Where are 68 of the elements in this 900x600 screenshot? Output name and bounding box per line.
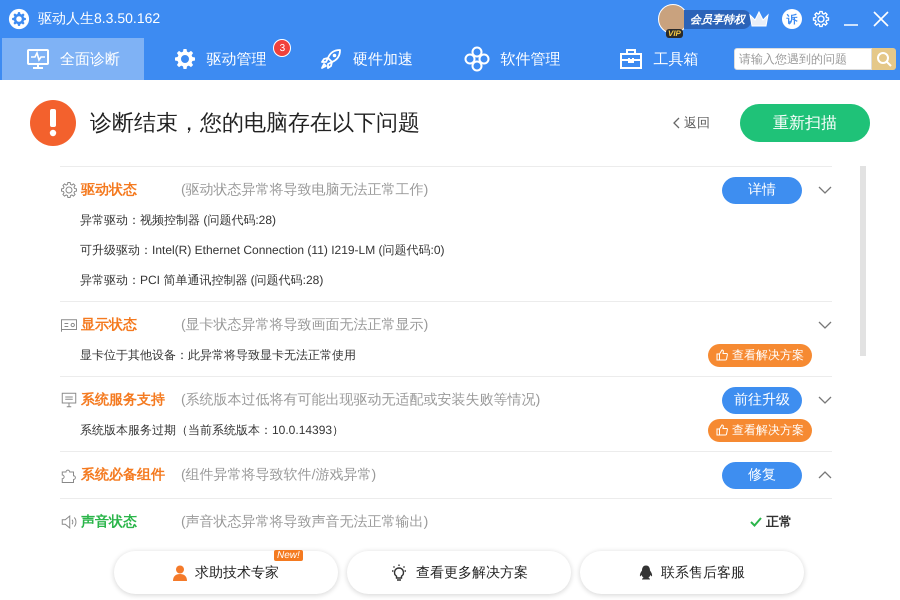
minimize-icon <box>844 24 858 26</box>
chevron-left-icon <box>672 117 680 129</box>
chevron-up-icon[interactable] <box>818 471 832 479</box>
section-description: (驱动状态异常将导致电脑无法正常工作) <box>181 181 430 199</box>
section-description: (组件异常将导致软件/游戏异常) <box>181 466 378 484</box>
footer-button[interactable]: 联系售后客服 <box>580 551 804 594</box>
issue-text: 系统版本服务过期（当前系统版本：10.0.14393） <box>80 422 346 438</box>
section-title: 驱动状态 <box>81 181 138 199</box>
penguin-icon <box>639 564 653 580</box>
thumbs-up-icon <box>716 349 728 361</box>
rocket-icon <box>319 47 344 71</box>
lightbulb-icon <box>390 564 408 582</box>
vip-badge: VIP <box>666 29 683 38</box>
vip-label[interactable]: 会员享特权 <box>684 10 751 28</box>
speaker-icon <box>60 513 78 531</box>
back-link[interactable]: 返回 <box>666 113 716 133</box>
check-icon <box>750 517 762 527</box>
footer-button[interactable]: 查看更多解决方案 <box>347 551 571 594</box>
issue-text: 显卡位于其他设备：此异常将导致显卡无法正常使用 <box>80 346 357 364</box>
result-title: 诊断结束，您的电脑存在以下问题 <box>90 109 421 137</box>
window-title: 驱动人生8.3.50.162 <box>38 10 162 28</box>
warning-icon <box>30 100 76 146</box>
section-title: 显示状态 <box>81 316 138 334</box>
section-title: 声音状态 <box>81 513 138 531</box>
issue-text: 异常驱动：PCI 简单通讯控制器 (问题代码:28) <box>80 272 324 288</box>
nav-tab[interactable]: 驱动管理 3 <box>148 38 291 80</box>
section-action-button[interactable]: 详情 <box>722 176 802 204</box>
rescan-button[interactable]: 重新扫描 <box>740 104 870 142</box>
gear-logo-icon <box>8 8 30 30</box>
chevron-down-icon[interactable] <box>818 186 832 194</box>
issue-text: 异常驱动：视频控制器 (问题代码:28) <box>80 212 278 228</box>
monitor-icon <box>60 391 78 409</box>
gear-icon <box>172 47 197 71</box>
new-badge: New! <box>274 550 303 561</box>
footer-button[interactable]: New! 求助技术专家 <box>114 551 338 594</box>
search-field[interactable]: 请输入您遇到的问题 <box>734 48 872 70</box>
thumbs-up-icon <box>716 424 728 436</box>
complaint-button[interactable]: 诉 <box>782 9 802 29</box>
issue-text: 可升级驱动：Intel(R) Ethernet Connection (11) I219-LM (问题代码:0) <box>80 242 446 258</box>
section-action-button[interactable]: 前往升级 <box>722 386 802 414</box>
search-button[interactable] <box>872 48 896 70</box>
nav-tab[interactable]: 软件管理 <box>441 38 584 80</box>
section-title: 系统服务支持 <box>81 391 166 409</box>
person-icon <box>173 564 187 580</box>
settings-button[interactable] <box>810 8 832 30</box>
search-icon <box>876 51 892 67</box>
monitor-icon <box>26 48 50 70</box>
chevron-down-icon[interactable] <box>818 321 832 329</box>
scrollbar[interactable] <box>860 166 866 356</box>
chevron-down-icon[interactable] <box>818 396 832 404</box>
nav-tab[interactable]: 工具箱 <box>588 38 730 80</box>
solution-button[interactable]: 查看解决方案 <box>708 418 812 442</box>
solution-button[interactable]: 查看解决方案 <box>708 344 812 366</box>
section-description: (显卡状态异常将导致画面无法正常显示) <box>181 316 430 334</box>
toolbox-icon <box>619 48 644 70</box>
flower-icon <box>464 46 490 72</box>
section-description: (系统版本过低将有可能出现驱动无适配或安装失败等情况) <box>181 391 542 409</box>
crown-icon <box>748 10 770 28</box>
close-icon <box>873 11 889 27</box>
count-badge: 3 <box>273 39 292 57</box>
nav-tab[interactable]: 硬件加速 <box>294 38 438 80</box>
section-description: (声音状态异常将导致声音无法正常输出) <box>181 513 430 531</box>
section-action-button[interactable]: 修复 <box>722 462 802 488</box>
status-label: 正常 <box>750 513 792 531</box>
gear-icon <box>60 181 78 199</box>
settings-icon <box>812 10 830 28</box>
section-title: 系统必备组件 <box>81 466 166 484</box>
nav-tab[interactable]: 全面诊断 <box>2 38 144 80</box>
